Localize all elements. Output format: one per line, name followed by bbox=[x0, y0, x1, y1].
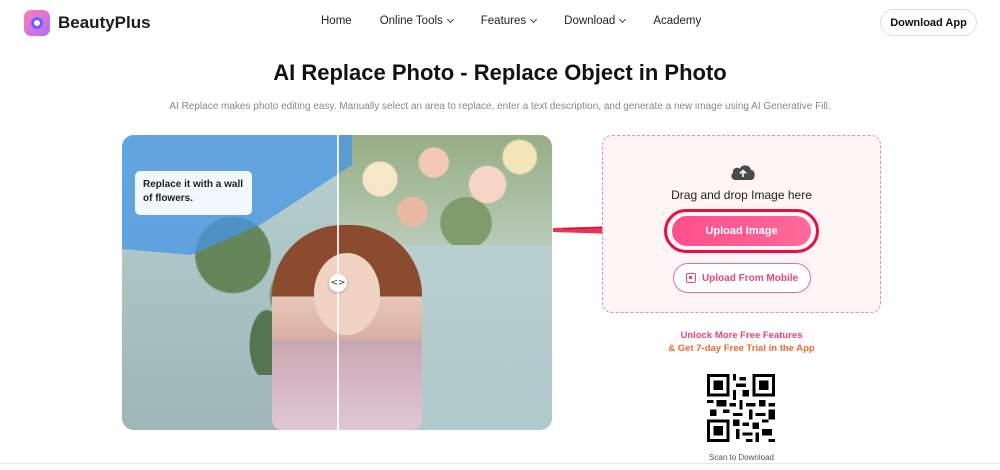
nav-item-academy[interactable]: Academy bbox=[653, 15, 701, 27]
site-header: BeautyPlus Home Online Tools Features Do… bbox=[0, 0, 1000, 46]
chevron-down-icon bbox=[530, 15, 538, 24]
nav-label: Download bbox=[564, 15, 616, 27]
qr-code[interactable] bbox=[707, 374, 775, 442]
nav-label: Academy bbox=[653, 15, 702, 27]
page-subtitle: AI Replace makes photo editing easy. Man… bbox=[169, 101, 831, 112]
prompt-bubble: Replace it with a wall of flowers. bbox=[135, 171, 252, 215]
upload-image-button[interactable]: Upload Image bbox=[672, 216, 811, 246]
nav-label: Online Tools bbox=[379, 15, 443, 27]
prompt-text-line2: of flowers. bbox=[143, 193, 194, 204]
main-nav: Home Online Tools Features Download Acad… bbox=[321, 15, 729, 27]
nav-item-online-tools[interactable]: Online Tools bbox=[379, 15, 454, 27]
prompt-text-line1: Replace it with a wall bbox=[143, 179, 244, 190]
qr-caption: Scan to Download bbox=[709, 453, 774, 462]
nav-item-download[interactable]: Download bbox=[564, 15, 627, 27]
compare-handle-icon[interactable]: <> bbox=[329, 274, 347, 292]
model-face bbox=[314, 253, 380, 335]
chevron-down-icon bbox=[619, 15, 627, 24]
upload-dropzone[interactable]: Drag and drop Image here Upload Image Up… bbox=[602, 135, 881, 313]
drag-drop-text: Drag and drop Image here bbox=[671, 188, 812, 202]
promo-line1: Unlock More Free Features bbox=[680, 330, 803, 341]
page-title: AI Replace Photo - Replace Object in Pho… bbox=[273, 60, 727, 85]
download-app-button[interactable]: Download App bbox=[880, 9, 977, 36]
promo-line2: & Get 7-day Free Trial in the App bbox=[668, 343, 815, 354]
promo-text: Unlock More Free Features & Get 7-day Fr… bbox=[602, 329, 881, 355]
cloud-upload-icon bbox=[731, 165, 755, 180]
beautyplus-logo-icon bbox=[24, 10, 50, 36]
nav-label: Features bbox=[480, 15, 527, 27]
brand-name: BeautyPlus bbox=[58, 13, 151, 32]
nav-item-features[interactable]: Features bbox=[480, 15, 538, 27]
brand-logo[interactable]: BeautyPlus bbox=[24, 10, 151, 36]
bottom-divider bbox=[0, 463, 1000, 464]
nav-item-home[interactable]: Home bbox=[321, 15, 352, 27]
before-after-comparison[interactable]: <> Replace it with a wall of flowers. bbox=[122, 135, 552, 430]
nav-label: Home bbox=[321, 15, 352, 27]
qr-code-icon bbox=[685, 273, 696, 283]
chevron-down-icon bbox=[446, 15, 454, 24]
upload-from-mobile-label: Upload From Mobile bbox=[701, 272, 799, 284]
upload-from-mobile-button[interactable]: Upload From Mobile bbox=[673, 263, 811, 293]
